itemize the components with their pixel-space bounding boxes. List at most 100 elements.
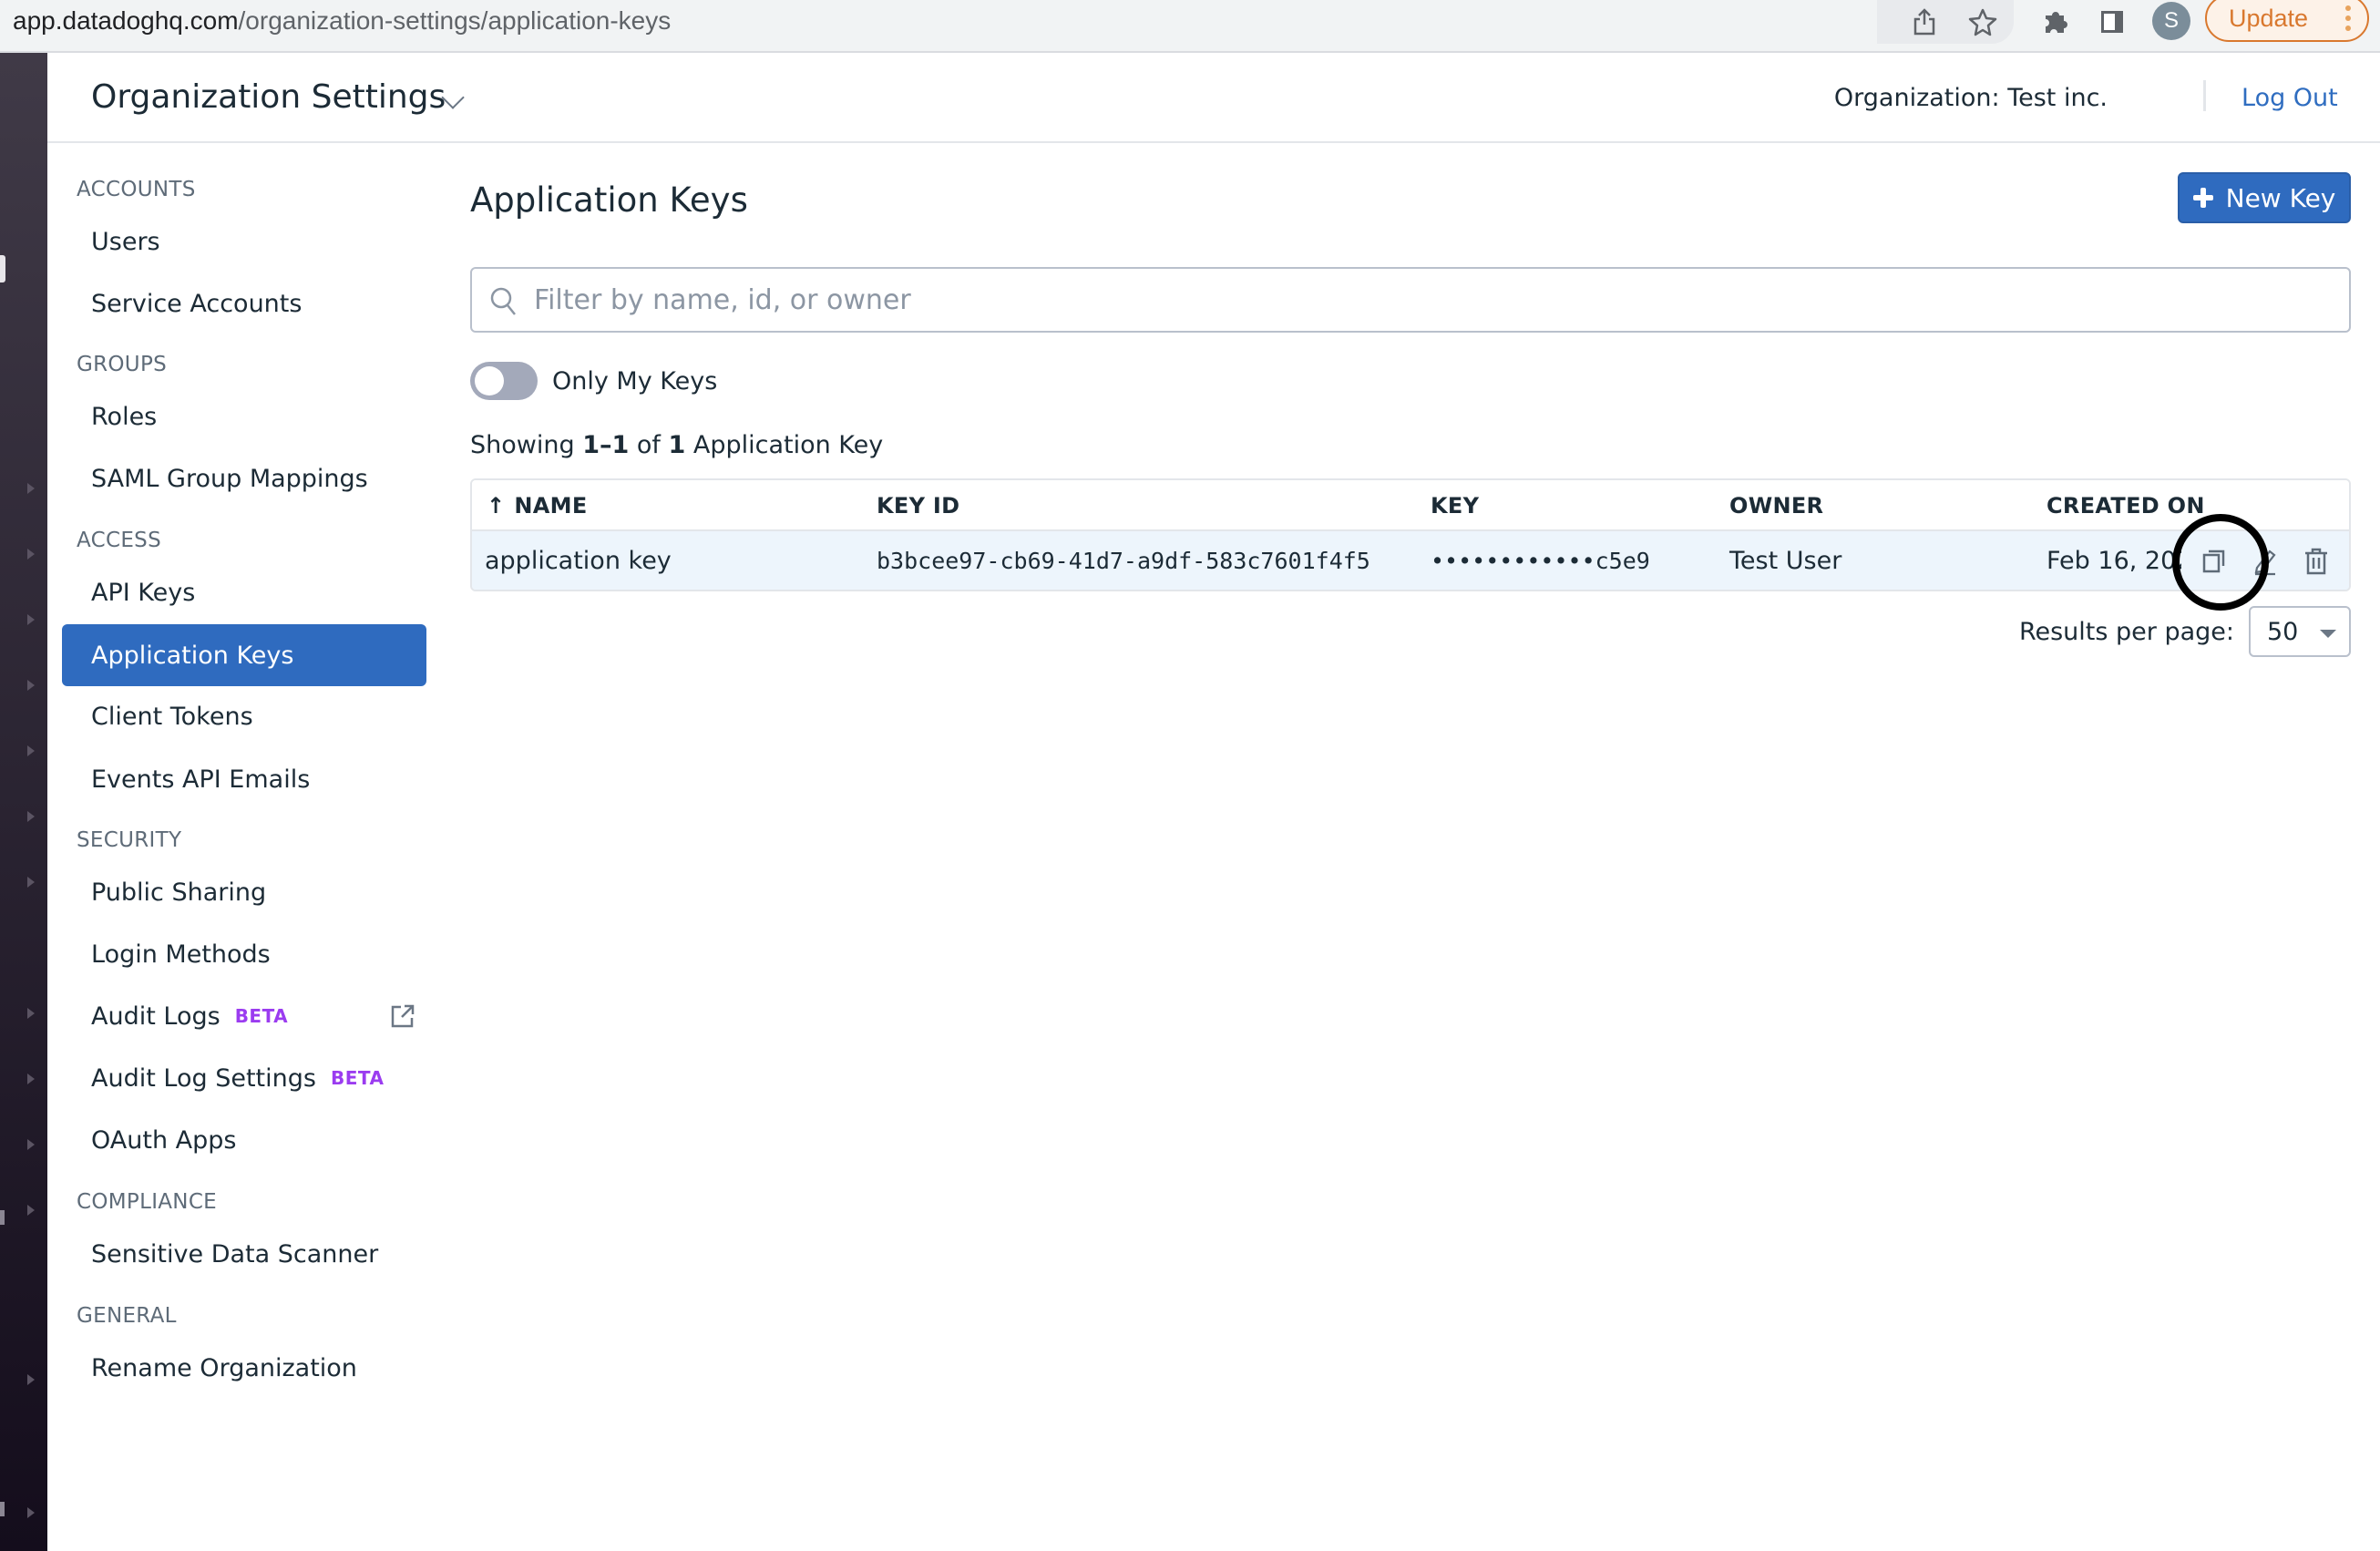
cell-key-id: b3bcee97-cb69-41d7-a9df-583c7601f4f5 — [877, 548, 1370, 574]
external-link-icon[interactable] — [390, 1003, 415, 1029]
nav-expand-icon[interactable] — [27, 614, 35, 625]
nav-expand-icon[interactable] — [27, 1374, 35, 1385]
header-divider — [2203, 80, 2206, 111]
nav-label-fragment — [0, 1210, 5, 1225]
nav-expand-icon[interactable] — [27, 483, 35, 494]
sidebar-item-saml-group-mappings[interactable]: SAML Group Mappings — [62, 447, 426, 509]
nav-expand-icon[interactable] — [27, 877, 35, 888]
address-bar[interactable]: app.datadoghq.com/organization-settings/… — [13, 5, 671, 36]
beta-badge: BETA — [330, 1067, 385, 1089]
table-row[interactable]: application key b3bcee97-cb69-41d7-a9df-… — [472, 531, 2349, 590]
filter-search — [470, 267, 2351, 333]
edit-icon[interactable] — [2250, 546, 2281, 577]
summary-of: of — [629, 431, 669, 459]
column-header-created-on[interactable]: CREATED ON — [2047, 491, 2205, 520]
share-icon[interactable] — [1908, 5, 1941, 38]
column-header-owner[interactable]: OWNER — [1729, 491, 1823, 520]
sidebar-item-application-keys[interactable]: Application Keys — [62, 624, 426, 686]
delete-icon[interactable] — [2301, 546, 2332, 577]
sidebar-item-label: Sensitive Data Scanner — [91, 1239, 379, 1269]
sidebar-item-audit-log-settings[interactable]: Audit Log Settings BETA — [62, 1047, 426, 1109]
sidebar-item-label: API Keys — [91, 578, 196, 607]
nav-expand-icon[interactable] — [27, 1073, 35, 1084]
sidebar-item-label: OAuth Apps — [91, 1125, 237, 1155]
nav-expand-icon[interactable] — [27, 811, 35, 822]
column-header-key[interactable]: KEY — [1431, 491, 1479, 520]
sidebar-item-label: SAML Group Mappings — [91, 464, 368, 493]
url-host: app.datadoghq.com — [13, 6, 239, 35]
column-header-key-id[interactable]: KEY ID — [877, 491, 959, 520]
log-out-link[interactable]: Log Out — [2242, 82, 2338, 115]
sidebar-item-label: Roles — [91, 402, 158, 431]
nav-expand-icon[interactable] — [27, 680, 35, 691]
plus-icon — [2192, 188, 2213, 208]
results-summary: Showing 1–1 of 1 Application Key — [470, 429, 883, 462]
sidebar-icon[interactable] — [2096, 5, 2129, 38]
sidebar-section-access: ACCESS — [77, 529, 161, 552]
sidebar-item-label: Client Tokens — [91, 702, 253, 731]
sidebar-section-compliance: COMPLIANCE — [77, 1190, 218, 1214]
column-label: NAME — [514, 493, 588, 519]
sidebar-item-label: Service Accounts — [91, 289, 303, 318]
sidebar-item-login-methods[interactable]: Login Methods — [62, 923, 426, 985]
sidebar-item-audit-logs[interactable]: Audit Logs BETA — [62, 985, 426, 1047]
copy-icon[interactable] — [2199, 546, 2230, 577]
summary-total: 1 — [668, 431, 686, 459]
nav-expand-icon[interactable] — [27, 1205, 35, 1216]
update-button[interactable]: Update — [2205, 0, 2369, 42]
browser-toolbar: app.datadoghq.com/organization-settings/… — [0, 0, 2380, 53]
beta-badge: BETA — [234, 1005, 289, 1027]
sidebar-item-roles[interactable]: Roles — [62, 385, 426, 447]
nav-expand-icon[interactable] — [27, 745, 35, 756]
sidebar-item-service-accounts[interactable]: Service Accounts — [62, 272, 426, 334]
toggle-knob — [475, 366, 504, 395]
caret-down-icon — [2320, 630, 2336, 638]
extensions-icon[interactable] — [2039, 5, 2072, 38]
only-my-keys-toggle[interactable] — [470, 362, 538, 400]
nav-label-fragment — [0, 1502, 5, 1516]
sidebar-item-label: Public Sharing — [91, 878, 267, 907]
summary-suffix: Application Key — [685, 431, 884, 459]
page-header: Organization Settings Organization: Test… — [47, 53, 2380, 143]
sidebar-item-label: Events API Emails — [91, 765, 311, 794]
sidebar-item-label: Login Methods — [91, 940, 271, 969]
sidebar-item-oauth-apps[interactable]: OAuth Apps — [62, 1109, 426, 1171]
sidebar-item-label: Users — [91, 227, 160, 256]
column-header-name[interactable]: ↑ NAME — [487, 491, 588, 520]
results-per-page-label: Results per page: — [2018, 617, 2234, 646]
sidebar-item-users[interactable]: Users — [62, 211, 426, 272]
profile-avatar[interactable]: S — [2152, 2, 2190, 40]
nav-expand-icon[interactable] — [27, 549, 35, 560]
new-key-label: New Key — [2225, 182, 2336, 213]
filter-input[interactable] — [534, 282, 2320, 318]
sidebar-item-client-tokens[interactable]: Client Tokens — [62, 685, 426, 747]
sidebar-item-rename-organization[interactable]: Rename Organization — [62, 1337, 426, 1399]
global-nav — [0, 53, 47, 1551]
sidebar-section-accounts: ACCOUNTS — [77, 178, 196, 201]
page-title[interactable]: Organization Settings — [91, 77, 446, 118]
sidebar-item-api-keys[interactable]: API Keys — [62, 561, 426, 623]
cell-name: application key — [485, 547, 672, 575]
nav-expand-icon[interactable] — [27, 1507, 35, 1518]
search-icon — [490, 287, 516, 315]
url-path: /organization-settings/application-keys — [238, 6, 672, 35]
nav-expand-icon[interactable] — [27, 1139, 35, 1150]
sidebar-item-events-api-emails[interactable]: Events API Emails — [62, 748, 426, 810]
update-label: Update — [2229, 4, 2309, 32]
sidebar-item-public-sharing[interactable]: Public Sharing — [62, 861, 426, 923]
sidebar-section-security: SECURITY — [77, 828, 182, 852]
results-per-page-select[interactable]: 50 — [2249, 606, 2351, 657]
summary-prefix: Showing — [470, 431, 583, 459]
only-my-keys-label: Only My Keys — [552, 366, 718, 395]
table-header: ↑ NAME KEY ID KEY OWNER CREATED ON — [472, 480, 2349, 531]
star-icon[interactable] — [1966, 5, 1999, 38]
nav-expand-icon[interactable] — [27, 1008, 35, 1019]
new-key-button[interactable]: New Key — [2178, 172, 2351, 223]
sidebar-item-label: Rename Organization — [91, 1353, 357, 1382]
sidebar-item-sensitive-data-scanner[interactable]: Sensitive Data Scanner — [62, 1223, 426, 1285]
organization-label: Organization: Test inc. — [1833, 84, 2108, 112]
cell-key: ••••••••••••c5e9 — [1431, 548, 1650, 574]
section-title: Application Keys — [470, 180, 748, 220]
sidebar-item-label: Audit Log Settings — [91, 1063, 316, 1093]
row-actions — [2181, 531, 2349, 590]
